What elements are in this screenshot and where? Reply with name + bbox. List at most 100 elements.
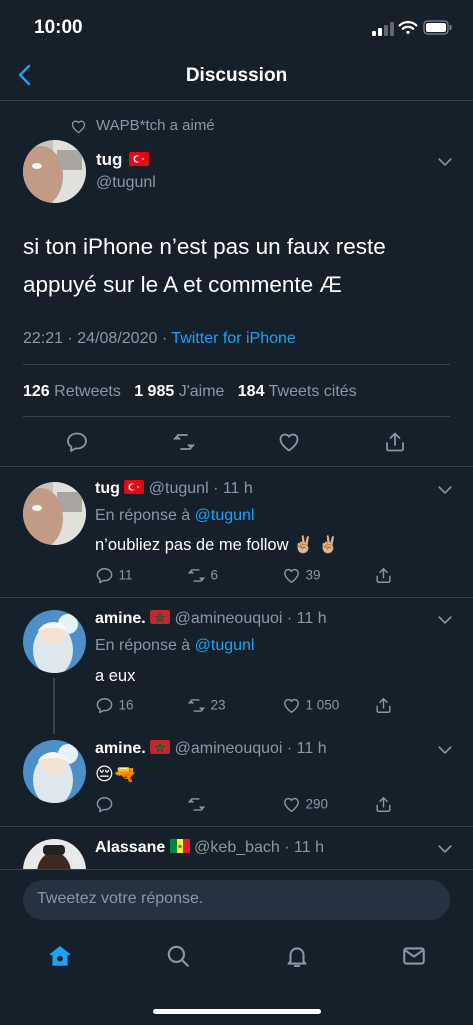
heart-icon: [70, 118, 87, 135]
handle-time[interactable]: @tugunl · 11 h: [149, 480, 253, 497]
author-name[interactable]: tug: [95, 480, 120, 497]
reply-header: tug @tugunl · 11 h: [95, 480, 253, 498]
reply-divider: [0, 597, 473, 598]
chevron-down-icon: [435, 839, 455, 859]
tab-home[interactable]: [47, 943, 73, 969]
handle-time[interactable]: @amineouquoi · 11 h: [175, 740, 327, 757]
home-indicator: [153, 1009, 321, 1014]
liked-by-label: WAPB*tch a aimé: [96, 117, 215, 134]
cellular-signal-icon: [372, 22, 394, 36]
avatar[interactable]: [23, 140, 86, 203]
handle-time[interactable]: @amineouquoi · 11 h: [175, 610, 327, 627]
likes-stat[interactable]: 1 985 J'aime: [134, 383, 224, 400]
retweets-stat[interactable]: 126 Retweets: [23, 383, 121, 400]
turkey-flag-icon: [124, 480, 144, 494]
tab-search[interactable]: [165, 943, 191, 969]
retweet-icon: [187, 696, 206, 715]
reply-composer-input[interactable]: Tweetez votre réponse.: [23, 880, 450, 920]
reply-button[interactable]: 16: [95, 696, 133, 715]
reply-header: amine. @amineouquoi · 11 h: [95, 610, 327, 628]
reply-text: 😔🔫: [95, 764, 137, 784]
share-icon: [383, 430, 407, 454]
reply-options-button[interactable]: [435, 610, 455, 630]
reply-icon: [95, 696, 114, 715]
morocco-flag-icon: [150, 610, 170, 624]
reply-header: Alassane @keb_bach · 11 h: [95, 839, 324, 857]
tab-notifications[interactable]: [284, 943, 310, 969]
author-name[interactable]: tug: [96, 150, 149, 170]
tweet-stats: 126 Retweets 1 985 J'aime 184 Tweets cit…: [23, 383, 357, 401]
battery-icon: [423, 20, 453, 35]
senegal-flag-icon: [170, 839, 190, 853]
retweet-button[interactable]: 23: [187, 696, 225, 715]
share-icon: [374, 696, 393, 715]
reply-partial: Alassane @keb_bach · 11 h: [0, 827, 473, 869]
author-name[interactable]: amine.: [95, 610, 146, 627]
avatar[interactable]: [23, 740, 86, 803]
status-time: 10:00: [34, 17, 83, 38]
reply-to: En réponse à @tugunl: [95, 507, 255, 524]
avatar[interactable]: [23, 482, 86, 545]
tweet-meta: 22:21 · 24/08/2020 · Twitter for iPhone: [23, 330, 296, 348]
reply-header: amine. @amineouquoi · 11 h: [95, 740, 327, 758]
retweet-button[interactable]: [172, 430, 196, 454]
stats-divider: [23, 416, 450, 417]
chevron-down-icon: [435, 610, 455, 630]
tweet-time: 22:21: [23, 330, 64, 347]
like-button[interactable]: 290: [282, 795, 328, 814]
notifications-icon: [287, 947, 307, 967]
chevron-down-icon: [435, 740, 455, 760]
reply-button[interactable]: 11: [95, 566, 132, 585]
retweet-button[interactable]: [187, 795, 206, 814]
handle-time[interactable]: @keb_bach · 11 h: [194, 839, 324, 856]
share-icon: [374, 795, 393, 814]
quotes-stat[interactable]: 184 Tweets cités: [238, 383, 357, 400]
meta-separator: ·: [161, 330, 168, 347]
home-icon: [49, 946, 71, 966]
chevron-down-icon: [435, 152, 455, 172]
reply-to-link[interactable]: @tugunl: [195, 507, 255, 524]
reply-button[interactable]: [95, 795, 114, 814]
reply-to-link[interactable]: @tugunl: [195, 637, 255, 654]
meta-separator: ·: [67, 330, 73, 347]
tweet-text: si ton iPhone n’est pas un faux reste ap…: [23, 234, 386, 297]
avatar[interactable]: [23, 839, 86, 869]
reply-options-button[interactable]: [435, 480, 455, 500]
tweet-date: 24/08/2020: [77, 330, 158, 347]
page-title: Discussion: [185, 65, 288, 86]
reply-button[interactable]: [65, 430, 89, 454]
like-button[interactable]: [277, 430, 301, 454]
retweet-icon: [187, 795, 206, 814]
tweet-source-link[interactable]: Twitter for iPhone: [171, 330, 296, 347]
turkey-flag-icon: [129, 152, 149, 166]
avatar[interactable]: [23, 610, 86, 673]
share-button[interactable]: [374, 795, 393, 814]
share-button[interactable]: [374, 566, 393, 585]
like-button[interactable]: 1 050: [282, 696, 339, 715]
reply-text: n’oubliez pas de me follow ✌🏼 ✌🏼: [95, 536, 339, 554]
tweet-options-button[interactable]: [435, 152, 455, 172]
share-icon: [374, 566, 393, 585]
heart-icon: [282, 566, 301, 585]
reply-options-button[interactable]: [435, 740, 455, 760]
like-button[interactable]: 39: [282, 566, 320, 585]
reply-options-button[interactable]: [435, 839, 455, 859]
reply-icon: [95, 795, 114, 814]
tab-messages[interactable]: [401, 943, 427, 969]
main-tweet-divider: [0, 466, 473, 467]
share-button[interactable]: [383, 430, 407, 454]
share-button[interactable]: [374, 696, 393, 715]
retweet-icon: [172, 430, 196, 454]
retweet-button[interactable]: 6: [187, 566, 218, 585]
author-handle[interactable]: @tugunl: [96, 174, 156, 192]
thread-line: [53, 678, 55, 734]
chevron-down-icon: [435, 480, 455, 500]
reply-text: a eux: [95, 667, 136, 685]
reply-icon: [65, 430, 89, 454]
reply-icon: [95, 566, 114, 585]
heart-icon: [282, 696, 301, 715]
wifi-icon: [398, 20, 418, 36]
heart-icon: [277, 430, 301, 454]
author-name[interactable]: Alassane: [95, 839, 165, 856]
author-name[interactable]: amine.: [95, 740, 146, 757]
